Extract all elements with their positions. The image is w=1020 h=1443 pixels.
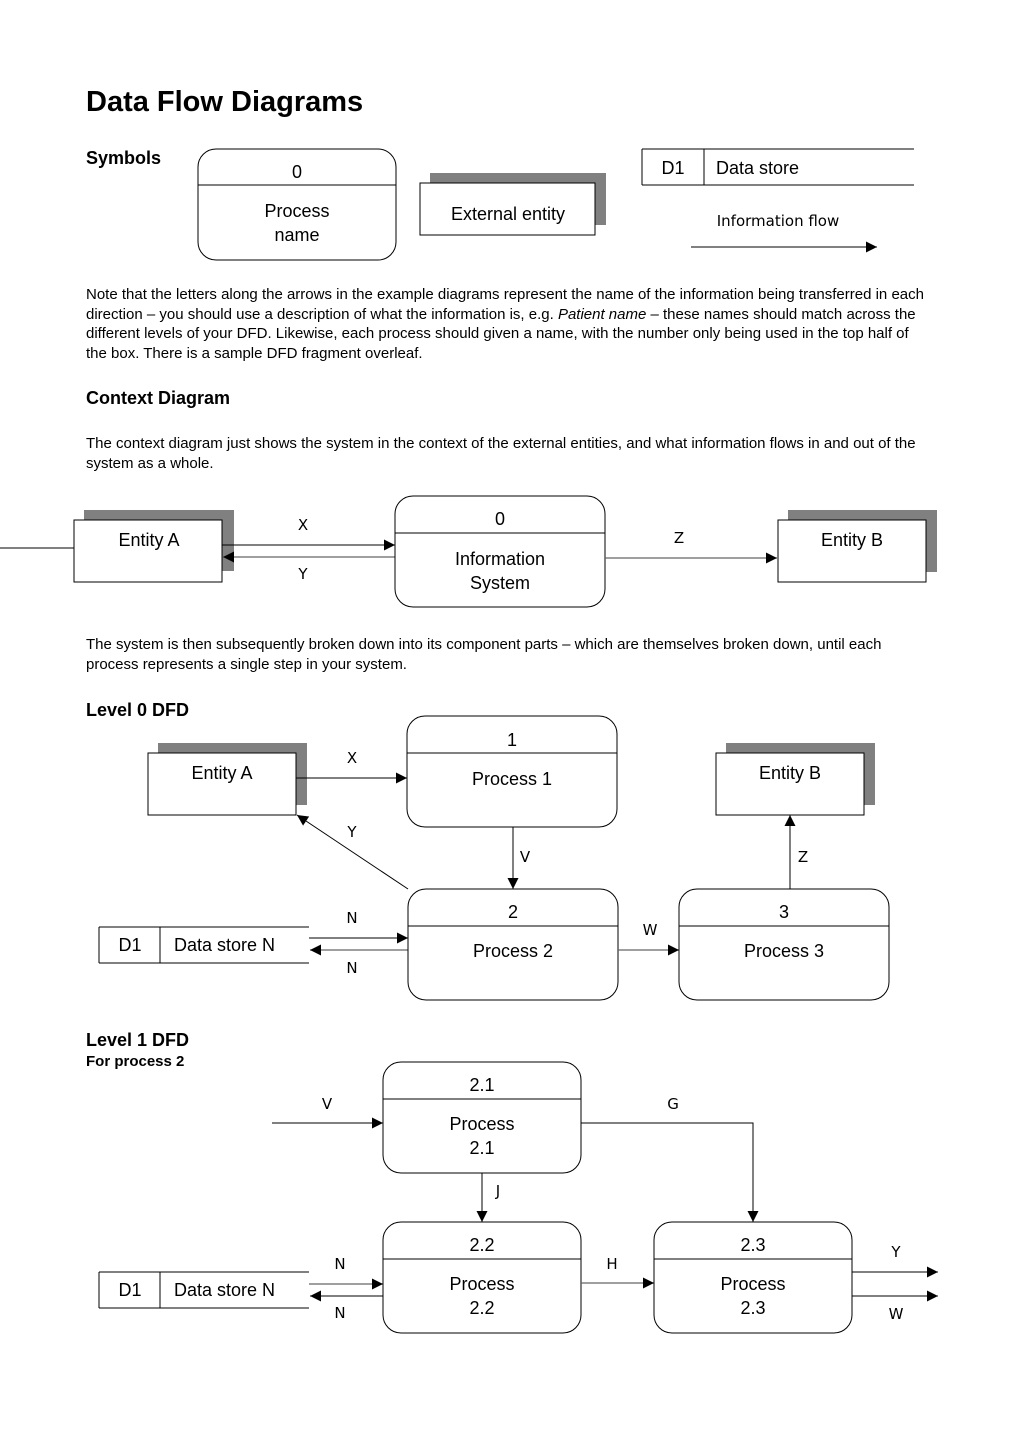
l0-flow-w-label: W (643, 921, 658, 939)
context-process-0: 0 Information System (394, 495, 606, 608)
l0-flow-z-label: Z (798, 848, 808, 866)
symbol-information-flow: Information flow (691, 212, 877, 253)
process-3-number: 3 (779, 902, 789, 922)
data-store-label: Data store (716, 158, 799, 178)
l1-flow-g-label: G (667, 1095, 679, 1113)
process-1-name: Process 1 (472, 769, 552, 789)
entity-b-label: Entity B (821, 530, 883, 550)
level1-process-2-2: 2.2 Process 2.2 (382, 1221, 582, 1334)
symbol-process: 0 Process name (197, 148, 397, 261)
level0-entity-a: Entity A (147, 743, 307, 816)
l0-flow-v-label: V (520, 848, 531, 866)
level1-process-2-1: 2.1 Process 2.1 (382, 1061, 582, 1174)
flow-y-label: Y (297, 565, 308, 583)
external-entity-label: External entity (451, 204, 565, 224)
level1-data-store: D1 Data store N (98, 1271, 309, 1309)
l1-flow-j-label: J (495, 1182, 500, 1200)
l0-data-store-id: D1 (118, 935, 141, 955)
process-2-number: 2 (508, 902, 518, 922)
context-diagram: Entity A X Y 0 Information System Z Enti… (0, 495, 937, 608)
l0-entity-b-label: Entity B (759, 763, 821, 783)
process-2-1-name-line1: Process (449, 1114, 514, 1134)
process-2-1-number: 2.1 (469, 1075, 494, 1095)
l1-flow-w-label: W (889, 1305, 904, 1323)
flow-z-label: Z (674, 529, 684, 547)
diagram-canvas: 0 Process name External entity D1 Data s… (0, 148, 938, 1334)
process-3-name: Process 3 (744, 941, 824, 961)
process-1-number: 1 (507, 730, 517, 750)
l1-flow-n-out-label: N (334, 1304, 345, 1322)
level1-diagram: V 2.1 Process 2.1 G J D1 Data store N N … (98, 1061, 938, 1334)
process-2-2-name-line1: Process (449, 1274, 514, 1294)
level0-process-2: 2 Process 2 (407, 888, 619, 1001)
process-2-2-number: 2.2 (469, 1235, 494, 1255)
process-number: 0 (292, 162, 302, 182)
level0-process-1: 1 Process 1 (406, 715, 618, 828)
process-0-name-line2: System (470, 573, 530, 593)
l0-entity-a-label: Entity A (191, 763, 252, 783)
process-2-name: Process 2 (473, 941, 553, 961)
l1-flow-g-arrow (581, 1122, 759, 1222)
entity-a-label: Entity A (118, 530, 179, 550)
l0-flow-n-out-label: N (346, 959, 357, 977)
level1-process-2-3: 2.3 Process 2.3 (653, 1221, 853, 1334)
context-entity-a: Entity A (73, 510, 234, 583)
process-2-1-name-line2: 2.1 (469, 1138, 494, 1158)
flow-x-label: X (298, 516, 308, 534)
l0-flow-y-label: Y (346, 823, 357, 841)
l0-flow-n-in-label: N (346, 909, 357, 927)
l1-flow-h-label: H (606, 1255, 617, 1273)
l1-data-store-id: D1 (118, 1280, 141, 1300)
process-2-2-name-line2: 2.2 (469, 1298, 494, 1318)
process-0-number: 0 (495, 509, 505, 529)
process-0-name-line1: Information (455, 549, 545, 569)
process-2-3-number: 2.3 (740, 1235, 765, 1255)
process-2-3-name-line1: Process (720, 1274, 785, 1294)
level0-process-3: 3 Process 3 (678, 888, 890, 1001)
data-store-id: D1 (661, 158, 684, 178)
process-name-line2: name (274, 225, 319, 245)
l1-flow-y-label: Y (890, 1243, 901, 1261)
l1-flow-n-in-label: N (334, 1255, 345, 1273)
symbol-external-entity: External entity (419, 173, 606, 236)
process-name-line1: Process (264, 201, 329, 221)
l0-flow-x-label: X (347, 749, 357, 767)
context-entity-b: Entity B (777, 510, 937, 583)
process-2-3-name-line2: 2.3 (740, 1298, 765, 1318)
level0-diagram: Entity A X 1 Process 1 Y V Entity B Z D1… (98, 715, 890, 1001)
l1-data-store-label: Data store N (174, 1280, 275, 1300)
l1-flow-v-label: V (322, 1095, 333, 1113)
level0-entity-b: Entity B (715, 743, 875, 816)
level0-data-store: D1 Data store N (98, 926, 309, 964)
information-flow-label: Information flow (717, 212, 840, 230)
symbol-data-store: D1 Data store (641, 148, 914, 186)
l0-data-store-label: Data store N (174, 935, 275, 955)
